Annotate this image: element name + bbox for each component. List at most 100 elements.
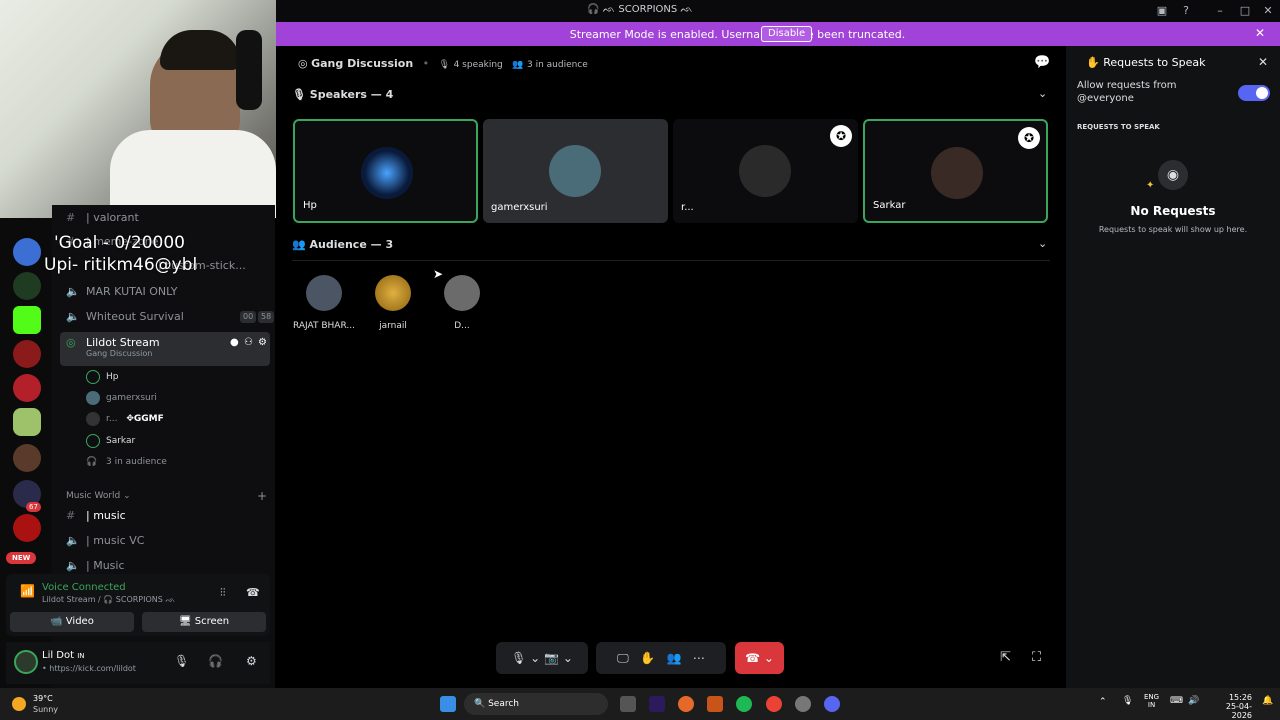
server-icon[interactable] (13, 238, 41, 266)
screen-share-button[interactable]: 🖥 Screen (142, 612, 266, 632)
user-settings-icon[interactable]: ⚙ (246, 654, 257, 668)
popout-icon[interactable]: ⇱ (1000, 650, 1011, 665)
disable-button[interactable]: Disable (761, 26, 813, 42)
new-badge: NEW (6, 552, 37, 564)
mute-control[interactable]: 🎙 ⌄ 📷 ⌄ (496, 642, 588, 674)
speaker-tile[interactable]: Hp (293, 119, 478, 223)
premiere-icon[interactable] (649, 696, 665, 712)
stage-member[interactable]: r... ✥GGMF (86, 409, 164, 429)
lower-hand-icon[interactable]: ✋ (640, 651, 655, 665)
channel-mar-kutai-only[interactable]: 🔈 MAR KUTAI ONLY (60, 281, 270, 303)
minimize-button[interactable]: – (1212, 3, 1228, 19)
tray-chevron-icon[interactable]: ⌃ (1099, 697, 1107, 707)
audience-count[interactable]: 🎧 3 in audience (86, 452, 167, 472)
language-indicator[interactable]: ENG IN (1144, 693, 1159, 709)
speaker-tile[interactable]: gamerxsuri (483, 119, 668, 223)
audience-heading: 👥 Audience — 3 (292, 238, 394, 251)
avatar (86, 390, 100, 405)
windows-taskbar: 39°C Sunny 🔍 Search ⌃ 🎙 ENG IN ⌨ 🔊 15:26 2… (0, 688, 1280, 720)
chat-bubble-icon[interactable]: 💬 (1034, 55, 1050, 70)
camera-off-icon[interactable]: 📷 ⌄ (544, 651, 573, 665)
app-icon[interactable] (707, 696, 723, 712)
voice-status-panel: 📶 Voice Connected Lildot Stream / 🎧 SCOR… (6, 574, 270, 636)
leave-stage-button[interactable]: ☎ ⌄ (735, 642, 784, 674)
voice-location[interactable]: Lildot Stream / 🎧 SCORPIONS ᨒ (42, 595, 175, 605)
upi-id: Upi- ritikm46@ybl (44, 255, 198, 275)
sparkle-icon: ✦ (1146, 180, 1155, 191)
headphones-icon: 🎧 (86, 457, 98, 467)
tray-mic-icon[interactable]: 🎙 (1122, 696, 1133, 706)
signal-icon: 📶 (20, 584, 35, 598)
server-icon[interactable] (13, 374, 41, 402)
app-icon[interactable] (795, 696, 811, 712)
channel-music[interactable]: # | music (60, 505, 270, 527)
stage-member[interactable]: Hp (86, 367, 118, 387)
channel-music-vc[interactable]: 🔈 | music VC (60, 530, 270, 552)
stage-member[interactable]: gamerxsuri (86, 388, 157, 408)
close-panel-icon[interactable]: ✕ (1258, 55, 1268, 69)
streamer-hair (160, 30, 240, 70)
chrome-icon[interactable] (766, 696, 782, 712)
avatar (375, 275, 411, 311)
network-icon[interactable]: ⌨ (1170, 696, 1183, 706)
stage-member[interactable]: Sarkar (86, 431, 135, 451)
taskbar-search[interactable]: 🔍 Search (464, 693, 608, 715)
headphones-icon[interactable]: 🎧 (208, 654, 223, 668)
audience-member[interactable]: RAJAT BHAR... (289, 275, 359, 331)
collapse-audience-icon[interactable]: ⌄ (1038, 237, 1047, 250)
weather[interactable]: Sunny (33, 705, 58, 714)
speaker-tile[interactable]: ✪ Sarkar (863, 119, 1048, 223)
spotify-icon[interactable] (736, 696, 752, 712)
audience-member[interactable]: jarnail (358, 275, 428, 331)
server-icon[interactable] (13, 514, 41, 542)
start-icon[interactable] (440, 696, 456, 712)
server-icon[interactable] (13, 408, 41, 436)
audience-member[interactable]: D... (427, 275, 497, 331)
fullscreen-icon[interactable]: ⛶ (1032, 650, 1041, 665)
server-icon[interactable] (13, 444, 41, 472)
channel-whiteout-survival[interactable]: 🔈 Whiteout Survival 00 58 (60, 306, 275, 328)
mic-icon[interactable]: 🎙 ⌄ (511, 651, 540, 665)
video-button[interactable]: 📹 Video (10, 612, 134, 632)
stage-header: ◎ Gang Discussion • 🎙 4 speaking 👥 3 in … (298, 57, 588, 70)
noise-suppression-icon[interactable]: ⫶⫶ (220, 586, 226, 600)
microphone-icon[interactable]: 🎙 (174, 654, 189, 668)
task-view-icon[interactable] (620, 696, 636, 712)
audience-count-header: 3 in audience (526, 60, 588, 70)
volume-icon[interactable]: 🔊 (1188, 696, 1199, 706)
more-icon[interactable]: ⋯ (693, 651, 705, 665)
channel-valorant[interactable]: # | valorant (60, 207, 270, 229)
requests-panel: ✋ Requests to Speak ✕ Allow requests fro… (1066, 46, 1280, 688)
invite-icon[interactable]: ⚇ (244, 332, 253, 354)
help-icon[interactable]: ? (1178, 3, 1194, 19)
close-banner-icon[interactable]: ✕ (1255, 26, 1265, 40)
username: Lil Dot IN (42, 650, 85, 661)
chat-icon[interactable]: ● (230, 332, 239, 354)
server-icon[interactable] (13, 340, 41, 368)
collapse-speakers-icon[interactable]: ⌄ (1038, 87, 1047, 100)
moderator-badge-icon: ✪ (830, 125, 852, 147)
temperature[interactable]: 39°C (33, 694, 53, 703)
stage-topic: Gang Discussion (86, 349, 153, 358)
category-music-world[interactable]: Music World ⌄ (66, 491, 131, 501)
maximize-button[interactable]: □ (1237, 3, 1253, 19)
channel-lildot-stream[interactable]: ◎ Lildot Stream Gang Discussion ● ⚇ ⚙ (60, 332, 270, 366)
allow-requests-toggle[interactable] (1238, 85, 1270, 101)
firefox-icon[interactable] (678, 696, 694, 712)
disconnect-icon[interactable]: ☎ (246, 586, 260, 599)
inbox-icon[interactable]: ▣ (1154, 3, 1170, 19)
kick-server-icon[interactable] (13, 306, 41, 334)
discord-icon[interactable] (824, 696, 840, 712)
screen-share-icon[interactable]: 🖵 (617, 651, 629, 665)
speaker-tile[interactable]: ✪ r... (673, 119, 858, 223)
add-channel-icon[interactable]: + (257, 489, 267, 503)
people-icon: 👥 (512, 60, 524, 70)
settings-icon[interactable]: ⚙ (258, 332, 267, 354)
notification-icon[interactable]: 🔔 (1262, 696, 1273, 706)
close-button[interactable]: ✕ (1260, 3, 1276, 19)
server-icon[interactable] (13, 272, 41, 300)
clock[interactable]: 15:26 25-04-2026 (1206, 693, 1252, 720)
avatar[interactable] (14, 650, 38, 674)
avatar (361, 147, 413, 199)
invite-icon[interactable]: 👥 (667, 651, 682, 665)
